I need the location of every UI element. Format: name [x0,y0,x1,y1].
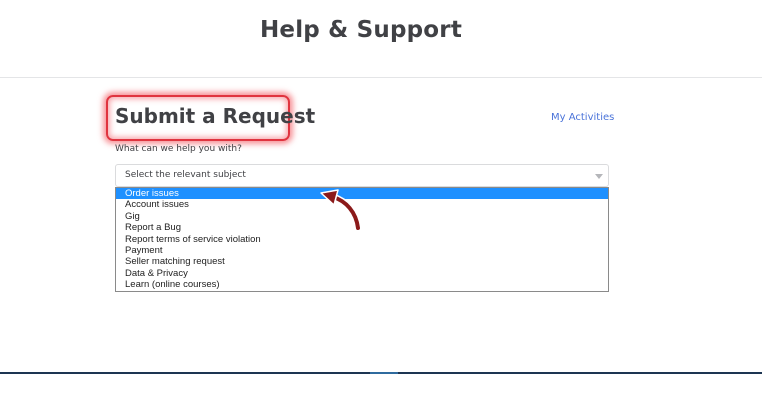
chevron-down-icon [595,174,603,179]
page-header: Help & Support [0,0,762,78]
subject-question-label: What can we help you with? [115,144,242,154]
page-title: Help & Support [259,17,463,43]
dropdown-option-seller-matching[interactable]: Seller matching request [116,256,608,267]
subject-select-value: Select the relevant subject [125,170,246,180]
dropdown-option-payment[interactable]: Payment [116,245,608,256]
dropdown-option-learn[interactable]: Learn (online courses) [116,279,608,290]
curved-arrow-annotation-icon [320,189,362,230]
subject-select[interactable]: Select the relevant subject [115,164,609,187]
dropdown-option-data-privacy[interactable]: Data & Privacy [116,268,608,279]
dropdown-option-report-tos-violation[interactable]: Report terms of service violation [116,234,608,245]
my-activities-link[interactable]: My Activities [551,112,614,123]
footer-divider-accent [370,372,398,374]
form-title: Submit a Request [115,104,316,128]
